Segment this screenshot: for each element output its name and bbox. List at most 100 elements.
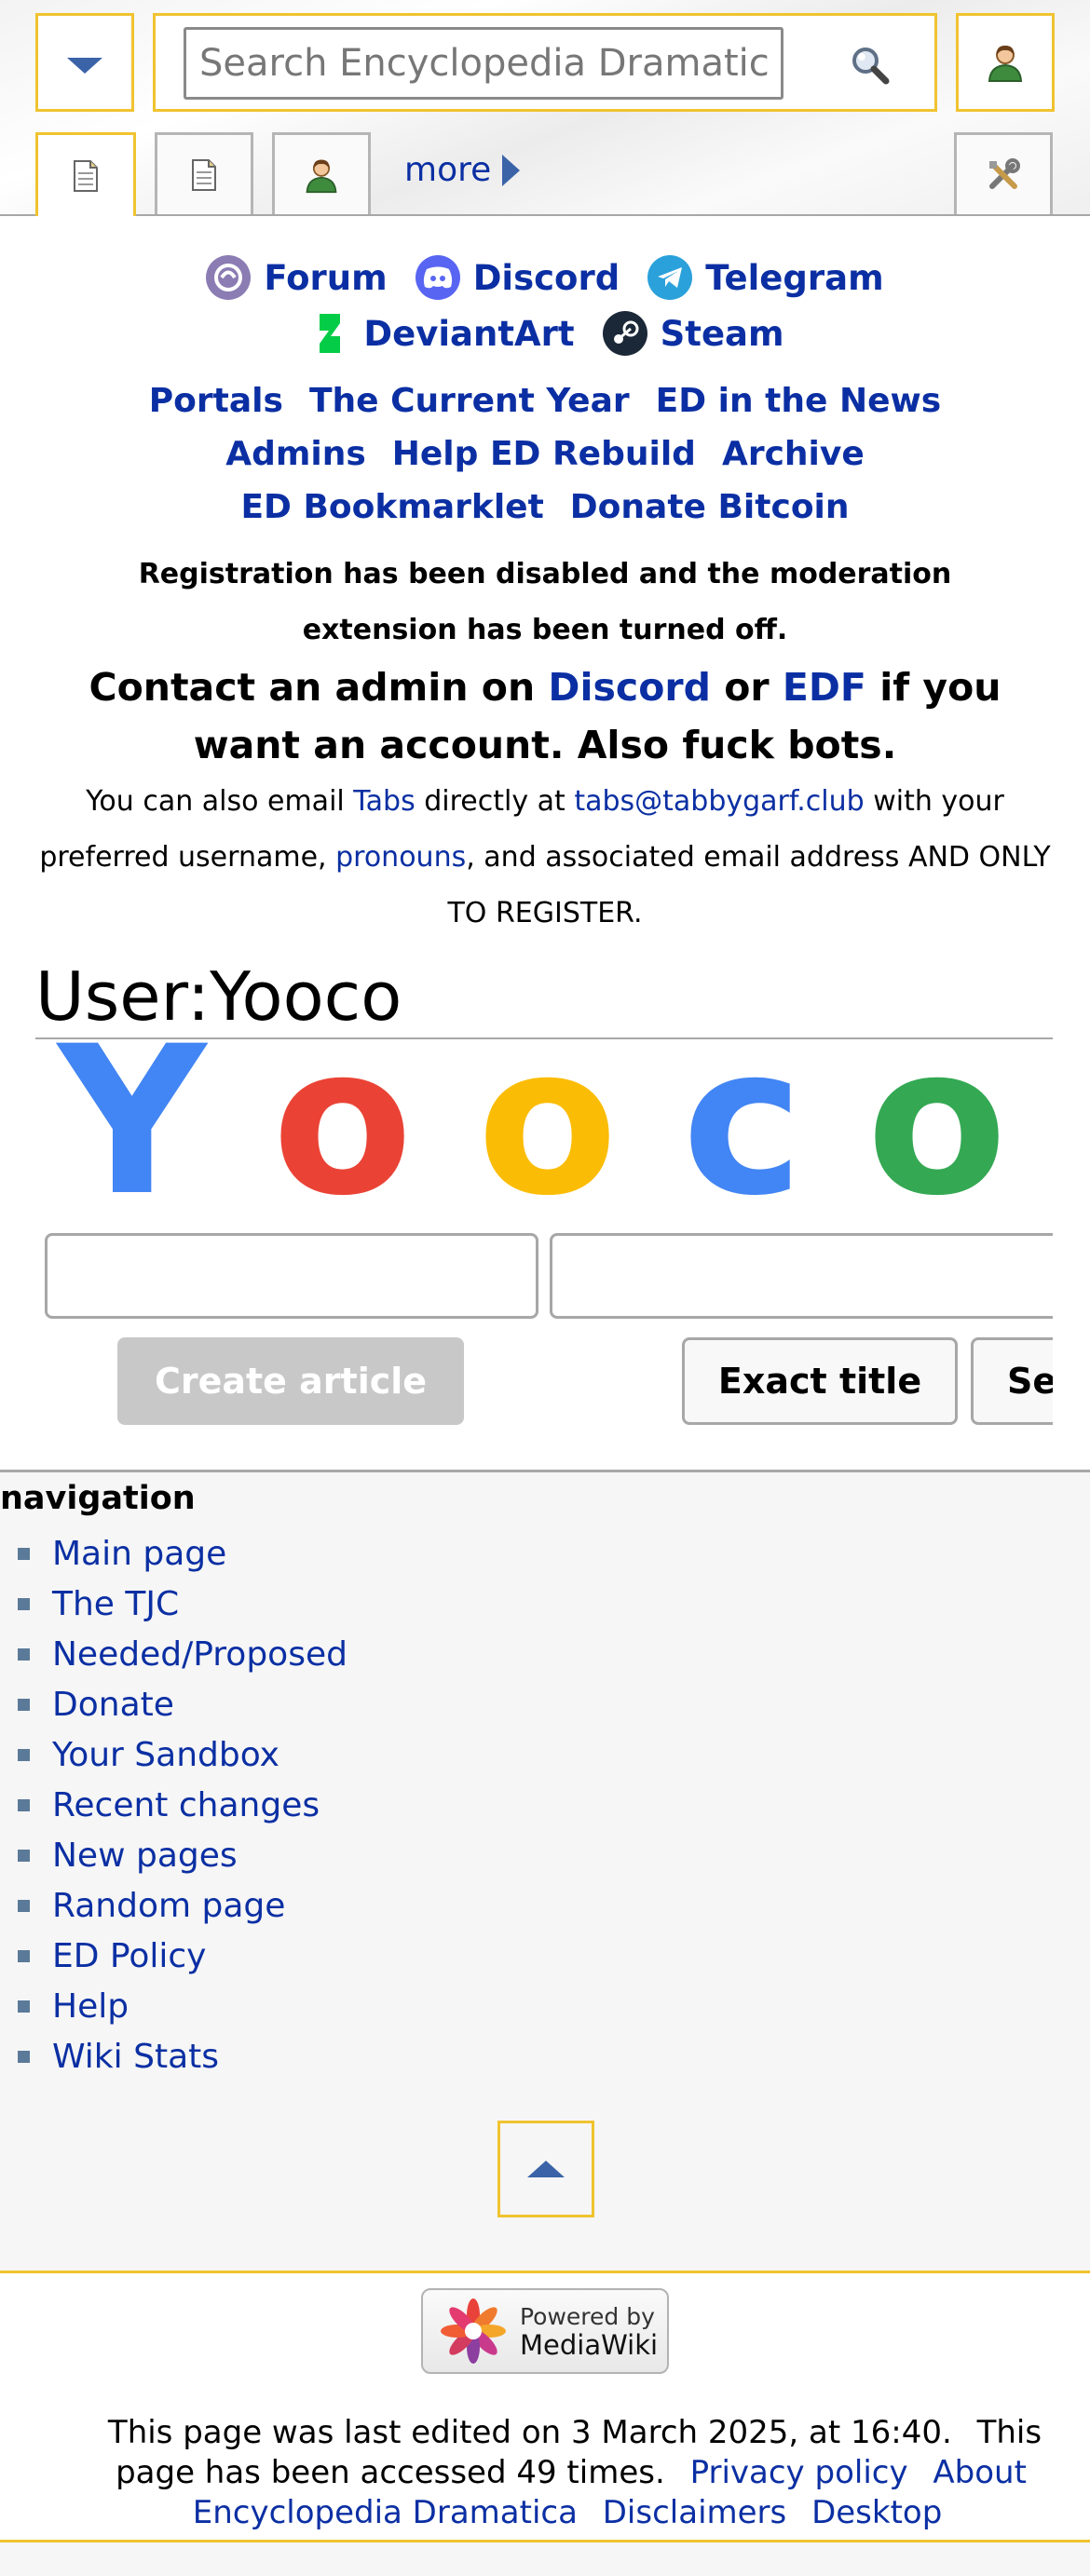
powered-by-label: Powered by xyxy=(520,2303,655,2330)
admins-link[interactable]: Admins xyxy=(225,435,366,473)
logo-letter: Y xyxy=(58,1039,207,1207)
email-notice: You can also email Tabs directly at tabs… xyxy=(33,774,1057,942)
nav-item-label: Your Sandbox xyxy=(52,1735,279,1774)
footer: Powered by MediaWiki This page was last … xyxy=(0,2271,1090,2542)
nav-item-label: Donate xyxy=(52,1685,174,1724)
steam-icon xyxy=(602,311,647,356)
navigation-heading: navigation xyxy=(0,1480,196,1517)
main-menu-button[interactable] xyxy=(35,13,134,112)
search-button[interactable] xyxy=(845,42,897,88)
donate-bitcoin-link[interactable]: Donate Bitcoin xyxy=(570,488,850,526)
notice-links-row-3: ED Bookmarklet Donate Bitcoin xyxy=(0,481,1090,534)
pronouns-link[interactable]: pronouns xyxy=(335,841,466,874)
navigation-list: Main page The TJC Needed/Proposed Donate… xyxy=(0,1528,347,2081)
search-article-button[interactable]: Search xyxy=(971,1337,1053,1425)
nav-item-label: New pages xyxy=(52,1836,238,1875)
nav-item-tjc[interactable]: The TJC xyxy=(0,1579,347,1629)
discord-link[interactable]: Discord xyxy=(415,255,620,300)
edf-contact-link[interactable]: EDF xyxy=(783,665,866,710)
nav-item-label: Random page xyxy=(52,1886,286,1925)
back-to-top-button[interactable] xyxy=(497,2121,594,2217)
yooco-logo: Y o o c o xyxy=(37,1039,1053,1207)
nav-item-label: Recent changes xyxy=(52,1785,320,1824)
more-menu-link[interactable]: more xyxy=(404,151,521,189)
nav-item-main-page[interactable]: Main page xyxy=(0,1528,347,1579)
user-icon xyxy=(306,159,337,193)
nav-item-label: Needed/Proposed xyxy=(52,1634,347,1674)
create-article-input[interactable] xyxy=(45,1233,538,1319)
create-article-button[interactable]: Create article xyxy=(117,1337,464,1425)
steam-label: Steam xyxy=(660,313,784,354)
nav-item-new-pages[interactable]: New pages xyxy=(0,1830,347,1880)
header: more xyxy=(0,0,1090,216)
discord-contact-link[interactable]: Discord xyxy=(548,665,711,710)
forum-icon xyxy=(206,255,252,300)
portals-link[interactable]: Portals xyxy=(149,382,283,420)
contact-or: or xyxy=(710,665,783,710)
bullet-icon xyxy=(18,2050,30,2063)
nav-item-ed-policy[interactable]: ED Policy xyxy=(0,1931,347,1981)
powered-by-mediawiki-badge[interactable]: Powered by MediaWiki xyxy=(421,2288,669,2374)
ed-in-news-link[interactable]: ED in the News xyxy=(656,382,942,420)
notice-links-row-2: Admins Help ED Rebuild Archive xyxy=(0,427,1090,481)
nav-item-help[interactable]: Help xyxy=(0,1981,347,2031)
nav-item-wiki-stats[interactable]: Wiki Stats xyxy=(0,2031,347,2081)
nav-item-random-page[interactable]: Random page xyxy=(0,1880,347,1931)
bullet-icon xyxy=(18,1698,30,1711)
search-input[interactable] xyxy=(184,27,783,100)
bullet-icon xyxy=(18,2000,30,2013)
personal-menu-button[interactable] xyxy=(956,13,1055,112)
deviantart-link[interactable]: DeviantArt xyxy=(306,311,575,356)
disclaimers-link[interactable]: Disclaimers xyxy=(603,2494,787,2531)
current-year-link[interactable]: The Current Year xyxy=(309,382,630,420)
deviantart-icon xyxy=(306,311,350,356)
telegram-link[interactable]: Telegram xyxy=(647,255,884,300)
tabs-user-link[interactable]: Tabs xyxy=(353,785,415,818)
contact-prefix: Contact an admin on xyxy=(89,665,549,710)
more-label: more xyxy=(404,151,492,189)
privacy-policy-link[interactable]: Privacy policy xyxy=(690,2454,908,2491)
email-address-link[interactable]: tabs@tabbygarf.club xyxy=(574,785,864,818)
nav-item-donate[interactable]: Donate xyxy=(0,1679,347,1729)
tab-user-page[interactable] xyxy=(272,132,371,214)
forum-link[interactable]: Forum xyxy=(206,255,388,300)
discord-label: Discord xyxy=(472,257,620,298)
exact-title-button[interactable]: Exact title xyxy=(682,1337,958,1425)
footer-info: This page was last edited on 3 March 202… xyxy=(89,2413,1053,2533)
talk-page-icon xyxy=(192,158,216,191)
email-prefix: You can also email xyxy=(86,785,354,818)
logo-letter: o xyxy=(272,1039,414,1207)
desktop-link[interactable]: Desktop xyxy=(811,2494,942,2531)
forum-label: Forum xyxy=(264,257,388,298)
search-icon xyxy=(852,47,890,85)
tools-icon xyxy=(989,157,1020,189)
bullet-icon xyxy=(18,1849,30,1862)
help-rebuild-link[interactable]: Help ED Rebuild xyxy=(392,435,696,473)
tab-page[interactable] xyxy=(35,132,136,216)
notice-links-row-1: Portals The Current Year ED in the News xyxy=(0,374,1090,427)
chevron-right-icon xyxy=(502,154,521,186)
nav-item-label: Wiki Stats xyxy=(52,2037,219,2076)
article-search-input[interactable] xyxy=(550,1233,1053,1319)
nav-item-recent-changes[interactable]: Recent changes xyxy=(0,1780,347,1830)
nav-item-needed-proposed[interactable]: Needed/Proposed xyxy=(0,1629,347,1679)
logo-letter: o xyxy=(477,1039,619,1207)
tab-talk[interactable] xyxy=(155,132,253,214)
navigation-panel: navigation Main page The TJC Needed/Prop… xyxy=(0,1470,1090,2271)
user-icon xyxy=(988,46,1023,82)
archive-link[interactable]: Archive xyxy=(722,435,865,473)
nav-item-sandbox[interactable]: Your Sandbox xyxy=(0,1729,347,1780)
page-title: User:Yooco xyxy=(35,954,1053,1039)
telegram-icon xyxy=(647,255,693,300)
steam-link[interactable]: Steam xyxy=(602,311,784,356)
create-article-form: Create article Exact title Search xyxy=(0,1211,1053,1453)
footer-bottom-strip xyxy=(0,2542,1090,2576)
nav-item-label: Main page xyxy=(52,1534,227,1573)
registration-notice: Registration has been disabled and the m… xyxy=(138,558,952,646)
bullet-icon xyxy=(18,1647,30,1661)
tab-tools[interactable] xyxy=(954,132,1053,214)
bullet-icon xyxy=(18,1748,30,1761)
bookmarklet-link[interactable]: ED Bookmarklet xyxy=(240,488,543,526)
social-links-row-2: DeviantArt Steam xyxy=(0,305,1090,361)
nav-item-label: ED Policy xyxy=(52,1936,207,1975)
